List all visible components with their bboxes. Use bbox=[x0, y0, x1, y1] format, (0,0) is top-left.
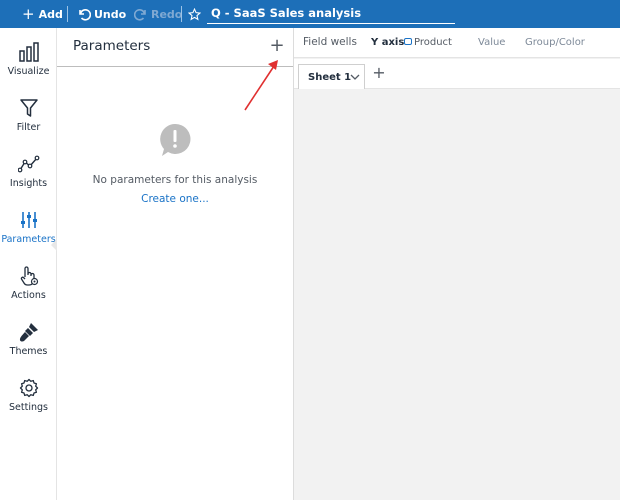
add-button[interactable]: + Add bbox=[22, 0, 63, 28]
themes-icon bbox=[17, 320, 41, 344]
dimension-chip-icon bbox=[404, 38, 412, 45]
rail-label-themes: Themes bbox=[9, 346, 48, 357]
field-wells-bar[interactable]: Field wells Y axis Product Value Group/C… bbox=[294, 28, 620, 58]
redo-button[interactable]: Redo bbox=[134, 0, 182, 28]
y-axis-field[interactable]: Product bbox=[414, 37, 452, 48]
chevron-down-icon[interactable] bbox=[350, 73, 360, 81]
favorite-star-icon[interactable] bbox=[188, 0, 201, 28]
rail-item-filter[interactable]: Filter bbox=[0, 88, 57, 144]
field-wells-label: Field wells bbox=[303, 36, 357, 48]
rail-label-parameters: Parameters bbox=[1, 234, 56, 245]
filter-icon bbox=[17, 96, 41, 120]
actions-icon bbox=[17, 264, 41, 288]
redo-label: Redo bbox=[151, 7, 183, 21]
panel-title: Parameters bbox=[73, 38, 151, 54]
group-color-well-label: Group/Color bbox=[525, 37, 585, 48]
rail-label-visualize: Visualize bbox=[7, 66, 50, 77]
plus-icon: + bbox=[22, 5, 35, 23]
rail-item-themes[interactable]: Themes bbox=[0, 312, 57, 368]
rail-item-parameters[interactable]: Parameters bbox=[0, 200, 57, 256]
rail-label-insights: Insights bbox=[9, 178, 48, 189]
parameters-icon bbox=[17, 208, 41, 232]
sheet-tab-bar: Sheet 1 + bbox=[294, 59, 620, 89]
undo-label: Undo bbox=[94, 7, 127, 21]
add-label: Add bbox=[38, 7, 63, 21]
analysis-title-input[interactable]: Q - SaaS Sales analysis bbox=[207, 5, 455, 24]
sheet-tab[interactable]: Sheet 1 bbox=[298, 64, 365, 89]
toolbar-divider bbox=[181, 6, 182, 22]
sheet-tab-label: Sheet 1 bbox=[308, 71, 352, 83]
redo-icon bbox=[134, 7, 148, 21]
settings-icon bbox=[17, 376, 41, 400]
value-well-label: Value bbox=[478, 37, 506, 48]
info-bubble-icon bbox=[159, 123, 191, 157]
visualize-icon bbox=[17, 40, 41, 64]
toolbar-divider bbox=[67, 6, 68, 22]
empty-state-message: No parameters for this analysis bbox=[92, 174, 258, 186]
rail-item-visualize[interactable]: Visualize bbox=[0, 32, 57, 88]
rail-label-actions: Actions bbox=[11, 290, 46, 301]
undo-icon bbox=[77, 7, 91, 21]
create-parameter-link[interactable]: Create one... bbox=[57, 193, 293, 205]
add-sheet-button[interactable]: + bbox=[371, 65, 387, 81]
analysis-content: Field wells Y axis Product Value Group/C… bbox=[294, 28, 620, 500]
rail-item-actions[interactable]: Actions bbox=[0, 256, 57, 312]
left-navigation-rail: Visualize Filter Insights Parameters Act… bbox=[0, 28, 57, 500]
top-toolbar: + Add Undo Redo Q - SaaS Sales analysis bbox=[0, 0, 620, 28]
annotation-arrow-icon bbox=[244, 60, 278, 111]
rail-item-settings[interactable]: Settings bbox=[0, 368, 57, 424]
rail-label-settings: Settings bbox=[9, 402, 48, 413]
y-axis-label: Y axis bbox=[371, 37, 405, 48]
rail-label-filter: Filter bbox=[16, 122, 41, 133]
rail-item-insights[interactable]: Insights bbox=[0, 144, 57, 200]
undo-button[interactable]: Undo bbox=[77, 0, 126, 28]
insights-icon bbox=[17, 152, 41, 176]
sheet-canvas bbox=[294, 90, 620, 500]
